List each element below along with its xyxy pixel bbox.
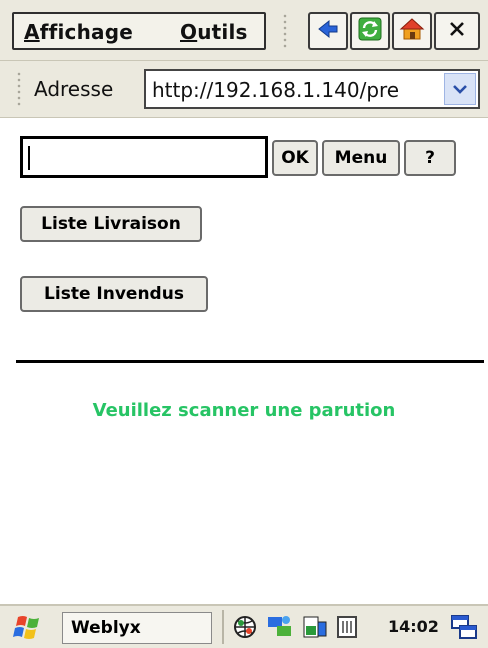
taskbar-clock[interactable]: 14:02 [388, 617, 439, 636]
address-label: Adresse [34, 77, 114, 101]
address-url[interactable]: http://192.168.1.140/pre [152, 78, 438, 102]
toolbar-grip[interactable] [282, 13, 288, 49]
menu-button[interactable]: Menu [322, 140, 400, 176]
address-bar: Adresse http://192.168.1.140/pre [0, 61, 488, 118]
start-button[interactable] [12, 612, 46, 646]
scan-message: Veuillez scanner une parution [92, 400, 396, 421]
menu-affichage-rest: ffichage [39, 20, 134, 44]
taskbar: Weblyx 14:02 [0, 604, 488, 648]
unsold-list-button[interactable]: Liste Invendus [20, 276, 208, 312]
address-grip[interactable] [16, 71, 22, 107]
input-panel-icon[interactable] [336, 615, 358, 643]
address-field[interactable]: http://192.168.1.140/pre [144, 69, 480, 109]
show-desktop-icon[interactable] [450, 612, 480, 646]
sync-icon[interactable] [266, 614, 294, 644]
close-button[interactable] [434, 12, 480, 50]
menu-group: Affichage Outils [12, 12, 266, 50]
menu-outils-hotkey: O [180, 20, 198, 44]
close-icon [447, 19, 467, 43]
delivery-list-button[interactable]: Liste Livraison [20, 206, 202, 242]
scan-field[interactable] [20, 136, 268, 178]
menu-outils-rest: utils [197, 20, 248, 44]
taskbar-app-weblyx[interactable]: Weblyx [62, 612, 212, 644]
home-button[interactable] [392, 12, 432, 50]
network-globe-icon[interactable] [232, 614, 258, 644]
address-dropdown-button[interactable] [444, 73, 476, 105]
text-caret [28, 146, 30, 170]
refresh-button[interactable] [350, 12, 390, 50]
system-tray: 14:02 [222, 610, 444, 644]
refresh-icon [357, 16, 383, 46]
chevron-down-icon [452, 80, 468, 99]
back-icon [317, 18, 339, 44]
menu-affichage-hotkey: A [24, 20, 40, 44]
menu-affichage[interactable]: Affichage [24, 20, 133, 44]
menu-bar: Affichage Outils [0, 0, 488, 61]
menu-outils[interactable]: Outils [180, 20, 248, 44]
ok-button[interactable]: OK [272, 140, 318, 176]
help-button[interactable]: ? [404, 140, 456, 176]
back-button[interactable] [308, 12, 348, 50]
home-icon [399, 16, 425, 46]
divider [16, 360, 484, 363]
battery-icon[interactable] [302, 614, 328, 644]
windows-flag-icon [12, 616, 46, 646]
